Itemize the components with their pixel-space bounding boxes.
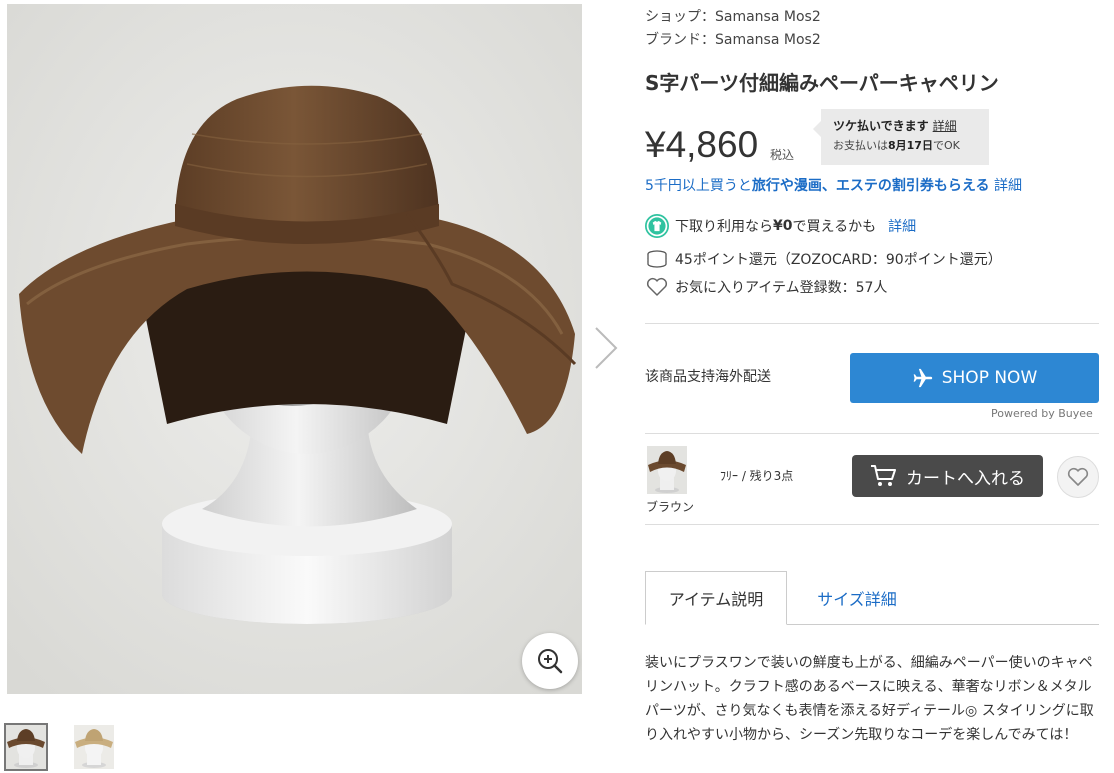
tradein-price: ¥0: [773, 218, 793, 234]
overseas-shipping-label: 该商品支持海外配送: [645, 369, 771, 385]
tradein-prefix: 下取り利用なら: [675, 219, 773, 235]
add-to-cart-button[interactable]: カートへ入れる: [852, 455, 1043, 497]
divider: [645, 524, 1099, 525]
pay-date: 8月17日: [888, 139, 933, 152]
cart-icon: [871, 465, 896, 486]
color-swatch-brown[interactable]: [647, 446, 687, 494]
pay-prefix: お支払いは: [833, 139, 888, 152]
shop-now-button[interactable]: SHOP NOW: [850, 353, 1099, 403]
main-product-image[interactable]: [7, 4, 582, 694]
promo-prefix: 5千円以上買うと: [645, 178, 752, 194]
color-label: ブラウン: [646, 500, 695, 514]
swatch-brown-image: [647, 446, 687, 494]
points-text: 45ポイント還元（ZOZOCARD：90ポイント還元）: [675, 252, 1002, 268]
tab-size-details[interactable]: サイズ詳細: [787, 571, 927, 625]
item-description: 装いにプラスワンで装いの鮮度も上がる、細編みペーパー使いのキャペリンハット。クラ…: [645, 655, 1094, 743]
shop-now-label: SHOP NOW: [941, 368, 1038, 388]
heart-outline-icon: [646, 277, 668, 296]
promo-highlight: 旅行や漫画、エステの割引券もらえる: [751, 178, 990, 194]
favorites-count-row: お気に入りアイテム登録数：57人: [645, 277, 887, 297]
hat-on-mannequin-image: [7, 4, 582, 694]
add-favorite-button[interactable]: [1057, 456, 1099, 498]
product-title: S字パーツ付細編みペーパーキャペリン: [645, 71, 999, 95]
size-stock-label: ﾌﾘｰ / 残り3点: [720, 469, 794, 483]
next-image-button[interactable]: [590, 326, 620, 370]
promo-banner[interactable]: 5千円以上買うと旅行や漫画、エステの割引券もらえる 詳細: [645, 175, 1022, 195]
zoom-button[interactable]: [522, 633, 578, 689]
promo-detail-link[interactable]: 詳細: [994, 178, 1022, 194]
favorites-count-text: お気に入りアイテム登録数：57人: [675, 280, 888, 296]
product-price: ¥4,860: [645, 124, 759, 165]
zoom-in-icon: [538, 649, 563, 674]
tradein-detail-link[interactable]: 詳細: [888, 216, 916, 236]
tradein-shirt-icon: [645, 214, 669, 238]
coins-icon: [647, 250, 667, 268]
chevron-right-icon: [595, 327, 618, 369]
tab-item-description[interactable]: アイテム説明: [645, 571, 787, 625]
heart-icon: [1067, 467, 1089, 486]
airplane-icon: [913, 368, 932, 388]
thumbnail-brown[interactable]: [4, 723, 48, 771]
add-to-cart-label: カートへ入れる: [906, 468, 1025, 489]
divider: [645, 433, 1099, 434]
thumbnail-brown-image: [6, 725, 46, 769]
tradein-suffix: で買えるかも: [792, 219, 877, 235]
brand-name[interactable]: ブランド：Samansa Mos2: [645, 29, 821, 49]
powered-by-buyee: Powered by Buyee: [991, 407, 1093, 420]
tradein-row: 下取り利用なら ¥0 で買えるかも 詳細: [645, 212, 916, 240]
shop-name[interactable]: ショップ：Samansa Mos2: [645, 6, 821, 26]
pay-suffix: でOK: [932, 139, 960, 152]
deferred-payment-box: ツケ払いできます 詳細 お支払いは8月17日でOK: [813, 109, 989, 165]
thumbnail-beige-image: [74, 725, 114, 769]
deferred-payment-headline: ツケ払いできます: [833, 119, 929, 133]
thumbnail-beige[interactable]: [72, 723, 116, 771]
tax-label: 税込: [770, 148, 795, 162]
deferred-payment-detail-link[interactable]: 詳細: [933, 119, 957, 133]
points-row: 45ポイント還元（ZOZOCARD：90ポイント還元）: [645, 249, 1002, 269]
divider: [645, 323, 1099, 324]
